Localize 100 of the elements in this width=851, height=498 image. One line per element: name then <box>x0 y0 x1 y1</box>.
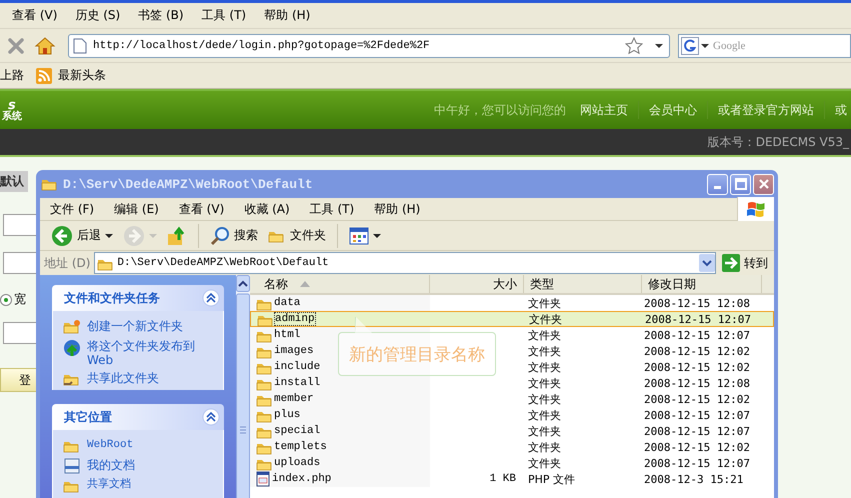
file-name[interactable]: adminp <box>275 313 315 325</box>
task-link[interactable]: 将这个文件夹发布到 Web <box>87 339 217 367</box>
collapse-icon[interactable] <box>202 408 220 426</box>
go-arrow-icon <box>722 254 740 272</box>
menu-item[interactable]: 收藏 (A) <box>244 200 290 218</box>
file-name[interactable]: data <box>274 297 300 309</box>
minimize-button[interactable] <box>707 174 728 194</box>
close-icon <box>758 178 770 190</box>
dropdown-button[interactable] <box>699 254 715 272</box>
file-name[interactable]: html <box>274 329 300 341</box>
menu-item[interactable]: 工具 (T) <box>202 7 246 24</box>
logo-text: s <box>8 98 16 112</box>
modified-date: 2008-12-15 12:08 <box>644 296 750 310</box>
folders-button[interactable]: 文件夹 <box>265 227 329 244</box>
caret-icon <box>149 232 157 238</box>
maximize-icon <box>734 178 746 190</box>
form-label: 默认 <box>0 171 28 192</box>
column-header[interactable]: 名称 <box>250 275 430 293</box>
modified-date: 2008-12-15 12:02 <box>644 392 750 406</box>
panel-title: 其它位置 <box>64 408 112 426</box>
nav-link[interactable]: 会员中心 <box>649 102 697 118</box>
feed-icon <box>36 68 52 84</box>
file-type: 文件夹 <box>528 392 561 406</box>
modified-date: 2008-12-15 12:07 <box>644 456 750 470</box>
file-type: 文件夹 <box>528 424 561 438</box>
input-field[interactable] <box>3 252 39 274</box>
file-name[interactable]: uploads <box>274 457 320 469</box>
input-field[interactable] <box>3 214 39 236</box>
search-bar[interactable]: Google <box>678 34 851 58</box>
task-link[interactable]: WebRoot <box>87 438 217 452</box>
address-text: D:\Serv\DedeAMPZ\WebRoot\Default <box>117 257 330 269</box>
radio-label: 宽 <box>14 291 26 308</box>
minimize-icon <box>714 186 721 188</box>
bookmark-link[interactable]: 上路 <box>0 67 24 84</box>
modified-date: 2008-12-15 12:07 <box>644 328 750 342</box>
new-folder-icon <box>63 319 81 335</box>
greeting-text: 中午好，您可以访问您的 <box>434 102 566 118</box>
home-icon[interactable] <box>34 36 56 56</box>
file-name[interactable]: plus <box>274 409 300 421</box>
version-text: 版本号：DEDECMS V53_ <box>708 134 849 150</box>
file-name[interactable]: include <box>274 361 320 373</box>
menu-item[interactable]: 帮助 (H) <box>264 7 310 24</box>
caret-icon <box>373 232 381 238</box>
panel-header[interactable]: 其它位置 <box>52 404 224 430</box>
search-button[interactable]: 搜索 <box>207 226 261 246</box>
column-header[interactable]: 修改日期 <box>642 275 762 293</box>
caret-icon[interactable] <box>655 42 663 48</box>
back-button[interactable]: 后退 <box>48 224 116 246</box>
input-field[interactable] <box>3 322 39 344</box>
bookmark-link[interactable]: 最新头条 <box>36 67 106 84</box>
menu-item[interactable]: 历史 (S) <box>75 7 120 24</box>
search-field[interactable]: Google <box>711 38 850 52</box>
menu-item[interactable]: 查看 (V) <box>12 7 58 24</box>
task-link[interactable]: 创建一个新文件夹 <box>87 319 217 333</box>
login-button[interactable]: 登 <box>0 368 36 392</box>
address-field[interactable]: http://localhost/dede/login.php?gotopage=%2Fdede%2F <box>68 34 670 58</box>
modified-date: 2008-12-15 12:02 <box>644 344 750 358</box>
file-type: 文件夹 <box>528 296 561 310</box>
modified-date: 2008-12-15 12:07 <box>644 424 750 438</box>
modified-date: 2008-12-15 12:07 <box>644 408 750 422</box>
task-link[interactable]: 共享此文件夹 <box>87 371 217 385</box>
collapse-icon[interactable] <box>202 289 220 307</box>
menu-item[interactable]: 工具 (T) <box>310 200 354 218</box>
go-button[interactable]: 转到 <box>720 254 774 272</box>
nav-link[interactable]: 或 <box>835 102 847 118</box>
stop-icon[interactable] <box>6 36 26 56</box>
file-name[interactable]: install <box>274 377 320 389</box>
task-link[interactable]: 共享文档 <box>87 478 217 492</box>
column-header[interactable]: 大小 <box>430 275 524 293</box>
file-name[interactable]: special <box>274 425 320 437</box>
chevron-icon <box>702 260 712 266</box>
panel-title: 文件和文件夹任务 <box>64 290 160 306</box>
search-engine-icon[interactable] <box>681 36 699 54</box>
menu-item[interactable]: 书签 (B) <box>138 7 184 24</box>
window-title: D:\Serv\DedeAMPZ\WebRoot\Default <box>63 176 314 192</box>
close-button[interactable] <box>753 174 774 194</box>
nav-link[interactable]: 或者登录官方网站 <box>718 102 814 118</box>
panel-header[interactable]: 文件和文件夹任务 <box>52 285 224 311</box>
menu-item[interactable]: 编辑 (E) <box>114 200 159 218</box>
task-link[interactable]: 我的文档 <box>87 458 217 472</box>
page-icon <box>73 38 87 54</box>
selected-row[interactable]: adminp 文件夹 2008-12-15 12:07 <box>250 311 774 327</box>
address-label: 地址 (D) <box>44 254 90 272</box>
file-type: 文件夹 <box>528 360 561 374</box>
file-name[interactable]: images <box>274 345 314 357</box>
maximize-button[interactable] <box>730 174 751 194</box>
flag-icon <box>746 200 766 218</box>
menu-item[interactable]: 帮助 (H) <box>374 200 420 218</box>
file-name[interactable]: member <box>274 393 314 405</box>
scrollbar[interactable] <box>236 275 250 498</box>
modified-date: 2008-12-15 12:02 <box>644 440 750 454</box>
menu-item[interactable]: 文件 (F) <box>50 200 94 218</box>
caret-icon[interactable] <box>701 42 709 48</box>
star-icon[interactable] <box>625 36 643 54</box>
address-field[interactable]: D:\Serv\DedeAMPZ\WebRoot\Default <box>94 252 716 274</box>
radio-button[interactable] <box>0 294 12 306</box>
column-header[interactable]: 类型 <box>524 275 642 293</box>
file-type: 文件夹 <box>528 328 561 342</box>
menu-item[interactable]: 查看 (V) <box>178 200 224 218</box>
file-size: 1 KB <box>490 473 516 485</box>
